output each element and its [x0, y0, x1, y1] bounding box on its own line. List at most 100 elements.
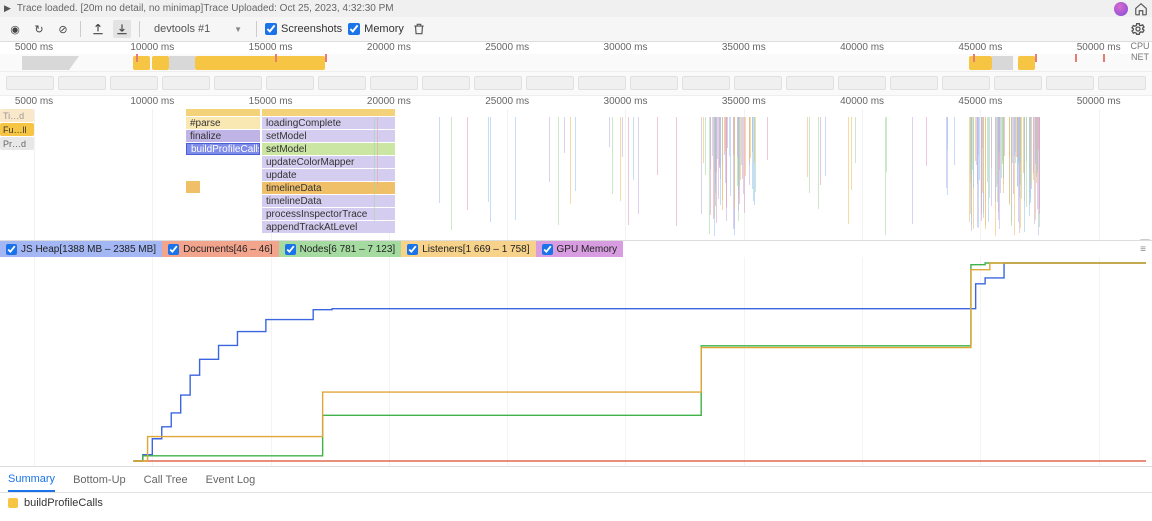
time-tick: 40000 ms [840, 42, 884, 53]
memory-checkbox[interactable]: Memory [348, 23, 404, 35]
screenshot-thumb[interactable] [58, 76, 106, 90]
garbage-collect-button[interactable] [410, 20, 428, 38]
time-tick: 15000 ms [249, 42, 293, 53]
overview-ruler[interactable] [0, 54, 1152, 72]
track-main[interactable]: Fu…ll [0, 123, 34, 136]
screenshots-checkbox[interactable]: Screenshots [265, 23, 342, 35]
time-tick: 20000 ms [367, 42, 411, 53]
screenshot-thumb[interactable] [266, 76, 314, 90]
memory-legend: JS Heap[1388 MB – 2385 MB] Documents[46 … [0, 240, 1152, 257]
legend-listeners[interactable]: Listeners[1 669 – 1 758] [401, 241, 535, 258]
memory-chart[interactable] [0, 257, 1152, 467]
time-tick: 5000 ms [15, 42, 53, 53]
screenshot-thumb[interactable] [890, 76, 938, 90]
upload-button[interactable] [89, 20, 107, 38]
flame-entry[interactable]: setModel [262, 130, 395, 142]
screenshot-strip[interactable] [0, 72, 1152, 96]
flame-entry[interactable]: updateColorMapper [262, 156, 395, 168]
tab-call-tree[interactable]: Call Tree [144, 469, 188, 491]
flame-entry[interactable]: timelineData [262, 182, 395, 194]
screenshot-thumb[interactable] [318, 76, 366, 90]
time-tick: 50000 ms [1077, 42, 1121, 53]
screenshot-thumb[interactable] [1046, 76, 1094, 90]
memory-checkbox-input[interactable] [348, 23, 360, 35]
trace-status: Trace loaded. [20m no detail, no minimap… [17, 3, 203, 14]
memory-series-listeners [133, 263, 1146, 461]
screenshot-thumb[interactable] [994, 76, 1042, 90]
status-bar: ▶ Trace loaded. [20m no detail, no minim… [0, 0, 1152, 17]
globe-icon[interactable] [1114, 2, 1128, 16]
download-button[interactable] [113, 20, 131, 38]
summary-function: buildProfileCalls [24, 497, 103, 509]
flame-entry[interactable]: loadingComplete [262, 117, 395, 129]
time-tick: 45000 ms [958, 96, 1002, 107]
legend-gpu[interactable]: GPU Memory [536, 241, 624, 258]
settings-icon[interactable] [1130, 21, 1146, 37]
cpu-net-labels: CPU NET [1128, 41, 1152, 63]
flame-entry[interactable]: setModel [262, 143, 395, 155]
screenshot-thumb[interactable] [370, 76, 418, 90]
track-raster[interactable]: Pr…d [0, 137, 34, 150]
screenshot-thumb[interactable] [630, 76, 678, 90]
flame-entry[interactable] [186, 181, 200, 193]
summary-swatch [8, 498, 18, 508]
legend-jsheap[interactable]: JS Heap[1388 MB – 2385 MB] [0, 241, 162, 258]
time-tick: 35000 ms [722, 96, 766, 107]
chevron-down-icon: ▼ [234, 25, 242, 34]
flame-entry[interactable]: buildProfileCalls [186, 143, 260, 155]
home-icon[interactable] [1134, 2, 1148, 16]
track-labels: Ti…d Fu…ll Pr…d [0, 109, 34, 151]
time-tick: 25000 ms [485, 96, 529, 107]
session-select[interactable]: devtools #1 ▼ [148, 21, 248, 37]
legend-documents[interactable]: Documents[46 – 46] [162, 241, 279, 258]
record-button[interactable]: ◉ [6, 20, 24, 38]
screenshot-thumb[interactable] [422, 76, 470, 90]
tab-event-log[interactable]: Event Log [206, 469, 256, 491]
flame-entry[interactable]: appendTrackAtLevel [262, 221, 395, 233]
legend-nodes[interactable]: Nodes[6 781 – 7 123] [279, 241, 402, 258]
track-timings[interactable]: Ti…d [0, 109, 34, 122]
time-tick: 45000 ms [958, 42, 1002, 53]
flame-entry[interactable]: #parse [186, 117, 260, 129]
time-tick: 35000 ms [722, 42, 766, 53]
screenshot-thumb[interactable] [1098, 76, 1146, 90]
screenshot-thumb[interactable] [110, 76, 158, 90]
flame-entry[interactable]: finalize [186, 130, 260, 142]
cpu-label: CPU [1128, 41, 1152, 52]
screenshot-thumb[interactable] [214, 76, 262, 90]
flame-task[interactable] [186, 109, 260, 116]
screenshot-thumb[interactable] [786, 76, 834, 90]
time-tick: 10000 ms [130, 42, 174, 53]
menu-icon[interactable]: ≡ [1140, 244, 1146, 255]
flame-entry[interactable]: update [262, 169, 395, 181]
screenshot-thumb[interactable] [474, 76, 522, 90]
screenshot-thumb[interactable] [6, 76, 54, 90]
main-time-axis: 5000 ms10000 ms15000 ms20000 ms25000 ms3… [0, 96, 1152, 109]
details-tabs: Summary Bottom-Up Call Tree Event Log [0, 467, 1152, 493]
flame-entry[interactable]: timelineData [262, 195, 395, 207]
clear-button[interactable]: ⊘ [54, 20, 72, 38]
screenshot-thumb[interactable] [942, 76, 990, 90]
flame-task[interactable] [262, 109, 395, 116]
screenshot-thumb[interactable] [526, 76, 574, 90]
time-tick: 5000 ms [15, 96, 53, 107]
play-icon[interactable]: ▶ [4, 3, 11, 14]
tab-bottom-up[interactable]: Bottom-Up [73, 469, 126, 491]
flame-chart[interactable]: Ti…d Fu…ll Pr…d otasks #parsefinalizebui… [0, 109, 1152, 240]
screenshot-thumb[interactable] [578, 76, 626, 90]
screenshot-thumb[interactable] [838, 76, 886, 90]
tab-summary[interactable]: Summary [8, 468, 55, 492]
time-tick: 15000 ms [249, 96, 293, 107]
screenshot-thumb[interactable] [734, 76, 782, 90]
time-tick: 25000 ms [485, 42, 529, 53]
screenshot-thumb[interactable] [162, 76, 210, 90]
overview-time-axis: 5000 ms 10000 ms 15000 ms 20000 ms 25000 ms 3… [0, 42, 1152, 54]
session-label: devtools #1 [154, 23, 210, 35]
screenshots-checkbox-input[interactable] [265, 23, 277, 35]
summary-row: buildProfileCalls [0, 493, 1152, 513]
screenshot-thumb[interactable] [682, 76, 730, 90]
memory-series-js-heap-mb- [133, 263, 1146, 461]
time-tick: 30000 ms [604, 96, 648, 107]
reload-button[interactable]: ↻ [30, 20, 48, 38]
flame-entry[interactable]: processInspectorTrace [262, 208, 395, 220]
